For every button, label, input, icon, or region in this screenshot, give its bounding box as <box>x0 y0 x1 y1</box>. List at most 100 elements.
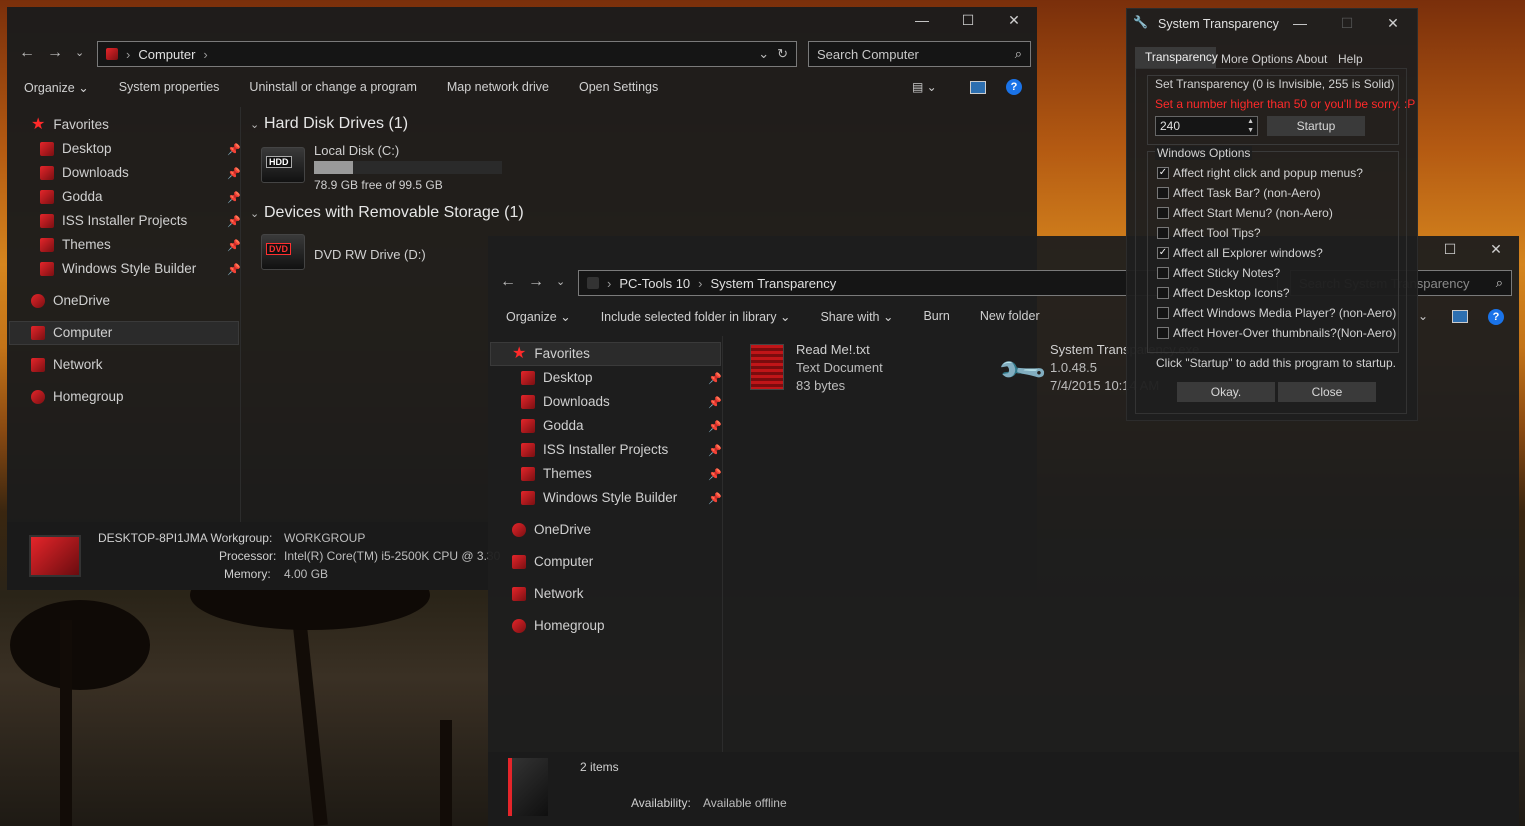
help-icon[interactable]: ? <box>1488 309 1504 325</box>
hdd-section-heading[interactable]: Hard Disk Drives (1) <box>264 115 408 133</box>
collapse-chevron-icon[interactable]: ⌄ <box>250 118 259 131</box>
refresh-icon[interactable]: ↻ <box>777 46 788 62</box>
nav-item-godda[interactable]: Godda <box>521 418 584 433</box>
close-icon[interactable]: ✕ <box>1473 236 1519 262</box>
breadcrumb-computer[interactable]: Computer <box>138 47 195 62</box>
nav-favorites[interactable]: ★ Favorites <box>31 116 109 132</box>
share-with-button[interactable]: Share with ⌄ <box>820 309 893 324</box>
pin-icon[interactable]: 📌 <box>708 372 722 385</box>
system-properties-button[interactable]: System properties <box>119 80 220 95</box>
organize-button[interactable]: Organize ⌄ <box>24 80 89 95</box>
nav-computer[interactable]: Computer <box>512 554 593 569</box>
uninstall-program-button[interactable]: Uninstall or change a program <box>249 80 416 95</box>
minimize-icon[interactable]: — <box>1277 10 1323 36</box>
burn-button[interactable]: Burn <box>923 309 949 324</box>
pin-icon[interactable]: 📌 <box>227 239 241 252</box>
pin-icon[interactable]: 📌 <box>708 492 722 505</box>
drive-c-name[interactable]: Local Disk (C:) <box>314 143 399 158</box>
pin-icon[interactable]: 📌 <box>708 444 722 457</box>
pin-icon[interactable]: 📌 <box>708 468 722 481</box>
drive-d-name[interactable]: DVD RW Drive (D:) <box>314 247 426 262</box>
search-input[interactable]: Search Computer ⌕ <box>808 41 1031 67</box>
nav-item-themes[interactable]: Themes <box>40 237 111 252</box>
maximize-icon[interactable]: ☐ <box>945 7 991 33</box>
pin-icon[interactable]: 📌 <box>227 143 241 156</box>
close-icon[interactable]: ✕ <box>1370 10 1416 36</box>
recent-chevron-icon[interactable]: ⌄ <box>556 275 565 288</box>
okay-button[interactable]: Okay. <box>1177 382 1275 402</box>
folder-icon <box>521 490 535 505</box>
nav-item-godda[interactable]: Godda <box>40 189 103 204</box>
tab-transparency[interactable]: Transparency <box>1145 50 1218 64</box>
file-readme-name[interactable]: Read Me!.txt <box>796 342 870 357</box>
preview-pane-icon[interactable] <box>1452 310 1468 323</box>
help-icon[interactable]: ? <box>1006 79 1022 95</box>
nav-homegroup[interactable]: Homegroup <box>31 389 124 404</box>
view-options-icon[interactable]: ▤ ⌄ <box>912 80 937 94</box>
nav-favorites[interactable]: ★ Favorites <box>512 345 590 361</box>
breadcrumb-system-transparency[interactable]: System Transparency <box>711 276 837 291</box>
minimize-icon[interactable]: — <box>899 7 945 33</box>
nav-computer[interactable]: Computer <box>31 325 112 340</box>
option-checkbox-tool-tips[interactable] <box>1157 227 1169 239</box>
option-checkbox-media-player[interactable] <box>1157 307 1169 319</box>
nav-item-downloads[interactable]: Downloads <box>40 165 129 180</box>
tab-more-options[interactable]: More Options <box>1221 52 1293 66</box>
address-dropdown-icon[interactable]: ⌄ <box>758 46 769 62</box>
nav-item-themes[interactable]: Themes <box>521 466 592 481</box>
pin-icon[interactable]: 📌 <box>227 215 241 228</box>
option-label: Affect Tool Tips? <box>1173 226 1261 240</box>
view-options-icon[interactable]: ⌄ <box>1418 309 1428 323</box>
tab-about[interactable]: About <box>1296 52 1327 66</box>
nav-homegroup[interactable]: Homegroup <box>512 618 605 633</box>
folder-icon <box>40 261 54 276</box>
tab-help[interactable]: Help <box>1338 52 1363 66</box>
pin-icon[interactable]: 📌 <box>708 396 722 409</box>
nav-item-windows-style-builder[interactable]: Windows Style Builder <box>521 490 677 505</box>
pin-icon[interactable]: 📌 <box>227 167 241 180</box>
nav-item-iss-installer[interactable]: ISS Installer Projects <box>40 213 187 228</box>
startup-button[interactable]: Startup <box>1267 116 1365 136</box>
option-checkbox-desktop-icons[interactable] <box>1157 287 1169 299</box>
breadcrumb-pc-tools[interactable]: PC-Tools 10 <box>619 276 690 291</box>
forward-arrow-icon[interactable]: → <box>528 273 544 291</box>
close-icon[interactable]: ✕ <box>991 7 1037 33</box>
option-checkbox-sticky-notes[interactable] <box>1157 267 1169 279</box>
back-arrow-icon[interactable]: ← <box>500 273 516 291</box>
forward-arrow-icon[interactable]: → <box>47 44 63 62</box>
nav-network[interactable]: Network <box>31 357 103 372</box>
recent-chevron-icon[interactable]: ⌄ <box>75 46 84 59</box>
nav-item-desktop[interactable]: Desktop <box>40 141 112 156</box>
nav-network[interactable]: Network <box>512 586 584 601</box>
back-arrow-icon[interactable]: ← <box>19 44 35 62</box>
close-button[interactable]: Close <box>1278 382 1376 402</box>
map-network-drive-button[interactable]: Map network drive <box>447 80 549 95</box>
removable-section-heading[interactable]: Devices with Removable Storage (1) <box>264 204 524 222</box>
cloud-icon <box>31 293 45 308</box>
include-in-library-button[interactable]: Include selected folder in library ⌄ <box>601 309 791 324</box>
nav-onedrive[interactable]: OneDrive <box>31 293 110 308</box>
organize-button[interactable]: Organize ⌄ <box>506 309 571 324</box>
option-checkbox-hover-thumbnails[interactable] <box>1157 327 1169 339</box>
transparency-value-input[interactable]: 240 ▲ ▼ <box>1155 116 1258 136</box>
nav-onedrive[interactable]: OneDrive <box>512 522 591 537</box>
collapse-chevron-icon[interactable]: ⌄ <box>250 207 259 220</box>
maximize-icon[interactable]: ☐ <box>1427 236 1473 262</box>
option-checkbox-popup-menus[interactable]: ✓ <box>1157 167 1169 179</box>
address-bar[interactable]: › Computer › ⌄ ↻ <box>97 41 797 67</box>
option-checkbox-task-bar[interactable] <box>1157 187 1169 199</box>
open-settings-button[interactable]: Open Settings <box>579 80 658 95</box>
pin-icon[interactable]: 📌 <box>227 191 241 204</box>
option-checkbox-start-menu[interactable] <box>1157 207 1169 219</box>
option-checkbox-explorer-windows[interactable]: ✓ <box>1157 247 1169 259</box>
nav-item-windows-style-builder[interactable]: Windows Style Builder <box>40 261 196 276</box>
spinner-icon[interactable]: ▲ ▼ <box>1247 117 1254 135</box>
nav-item-iss-installer[interactable]: ISS Installer Projects <box>521 442 668 457</box>
nav-item-downloads[interactable]: Downloads <box>521 394 610 409</box>
nav-item-desktop[interactable]: Desktop <box>521 370 593 385</box>
pin-icon[interactable]: 📌 <box>227 263 241 276</box>
preview-pane-icon[interactable] <box>970 81 986 94</box>
pin-icon[interactable]: 📌 <box>708 420 722 433</box>
new-folder-button[interactable]: New folder <box>980 309 1040 324</box>
computer-icon <box>31 325 45 340</box>
